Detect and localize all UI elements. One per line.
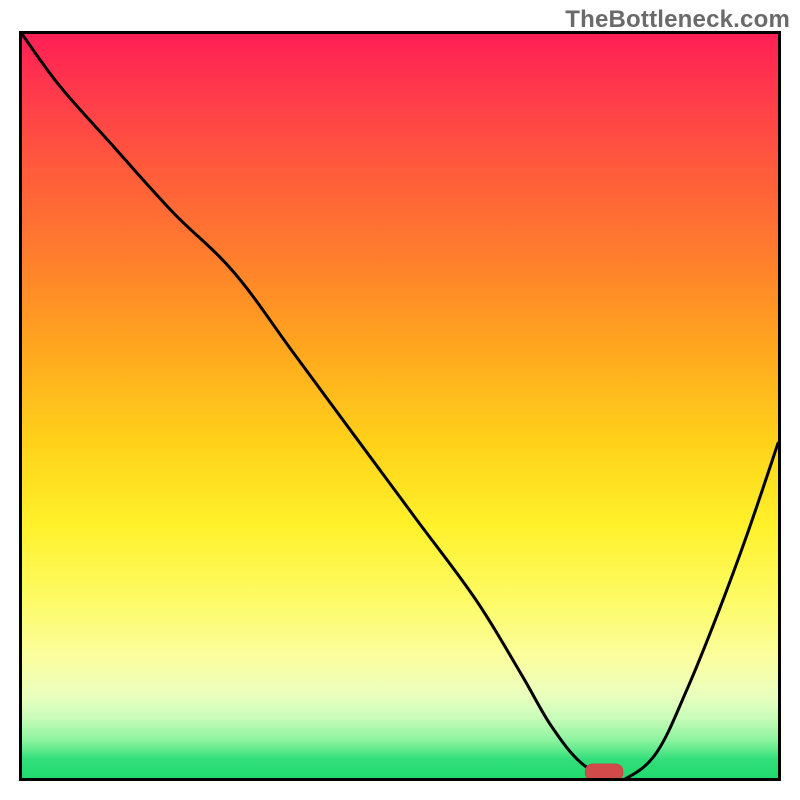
optimum-marker <box>585 764 623 778</box>
bottleneck-curve-path <box>22 34 778 778</box>
chart-container: TheBottleneck.com <box>0 0 800 800</box>
curve-layer <box>22 34 778 778</box>
plot-area <box>19 31 781 781</box>
watermark-text: TheBottleneck.com <box>565 6 790 34</box>
